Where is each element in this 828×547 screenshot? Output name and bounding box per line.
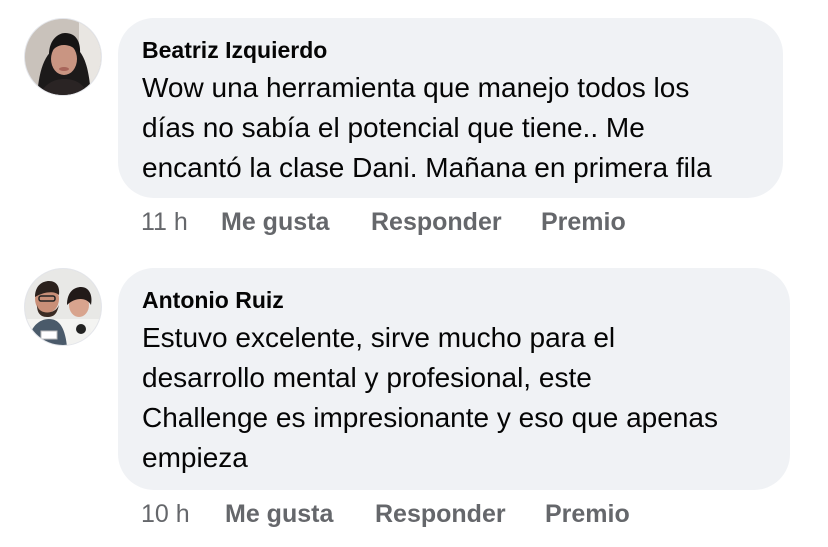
comment-timestamp[interactable]: 10 h [141, 500, 225, 529]
reply-button[interactable]: Responder [371, 208, 541, 237]
like-button[interactable]: Me gusta [221, 208, 371, 237]
like-button[interactable]: Me gusta [225, 500, 375, 529]
comment-bubble: Beatriz Izquierdo Wow una herramienta qu… [118, 18, 783, 198]
award-button[interactable]: Premio [541, 208, 626, 237]
comment-bubble: Antonio Ruiz Estuvo excelente, sirve muc… [118, 268, 790, 490]
profile-photo-icon [25, 269, 101, 345]
comment-actions: 10 h Me gusta Responder Premio [141, 500, 630, 529]
comment-text: Estuvo excelente, sirve mucho para el de… [142, 322, 718, 473]
reply-button[interactable]: Responder [375, 500, 545, 529]
avatar[interactable] [24, 18, 102, 96]
comment-author[interactable]: Beatriz Izquierdo [142, 36, 757, 64]
comment-actions: 11 h Me gusta Responder Premio [141, 208, 626, 237]
comment-timestamp[interactable]: 11 h [141, 208, 221, 237]
avatar[interactable] [24, 268, 102, 346]
comment-text: Wow una herramienta que manejo todos los… [142, 72, 712, 183]
comment-author[interactable]: Antonio Ruiz [142, 286, 764, 314]
award-button[interactable]: Premio [545, 500, 630, 529]
profile-photo-icon [25, 19, 101, 95]
